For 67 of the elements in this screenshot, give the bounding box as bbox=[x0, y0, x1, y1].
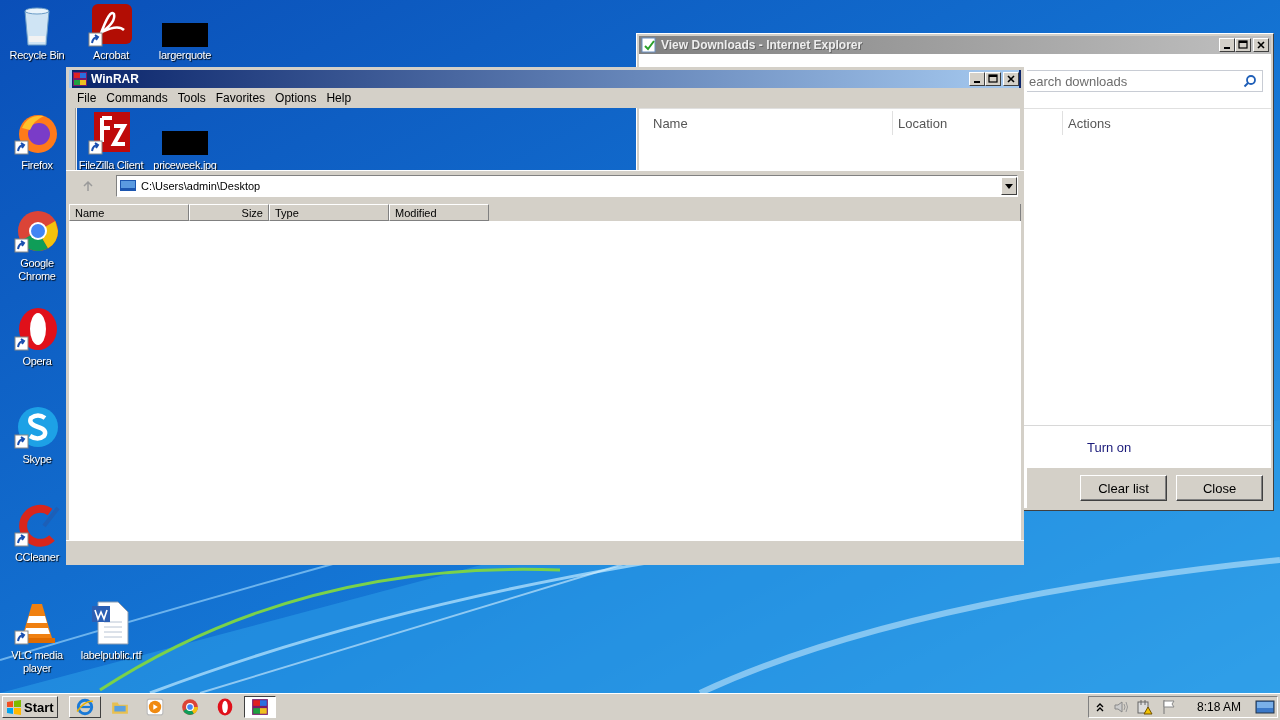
archive-icon bbox=[72, 71, 88, 87]
taskbar-button[interactable] bbox=[243, 696, 276, 718]
column-header[interactable]: Actions bbox=[1062, 111, 1111, 135]
show-desktop-icon[interactable] bbox=[1255, 699, 1275, 715]
desktop-icon-label[interactable]: Firefox bbox=[21, 159, 53, 172]
window-title: WinRAR bbox=[91, 72, 140, 86]
dialog-button[interactable]: Close bbox=[1176, 475, 1263, 501]
desktop-icon-label[interactable]: largerquote bbox=[158, 49, 212, 62]
menu-item[interactable]: Tools bbox=[172, 91, 211, 105]
minimize-button[interactable] bbox=[969, 72, 985, 86]
menu-item[interactable]: File bbox=[72, 91, 102, 105]
turn-on-link[interactable]: Turn on bbox=[1087, 439, 1132, 455]
browser-icon bbox=[75, 698, 94, 716]
dialog-button[interactable]: Clear list bbox=[1080, 475, 1167, 501]
window-title: View Downloads - Internet Explorer bbox=[661, 38, 864, 52]
desktop-icon-label[interactable]: Skype bbox=[22, 453, 52, 466]
maximize-icon bbox=[1238, 40, 1248, 50]
close-button[interactable] bbox=[1253, 38, 1269, 52]
windows-flag-icon bbox=[6, 699, 22, 715]
desktop-icon-label[interactable]: Google Chrome bbox=[6, 257, 68, 283]
caret-down-icon bbox=[1005, 183, 1013, 189]
search-field[interactable]: earch downloads bbox=[1027, 70, 1263, 92]
chevron-up-icon[interactable] bbox=[1094, 702, 1105, 712]
close-icon bbox=[1006, 74, 1016, 84]
minimize-button[interactable] bbox=[1219, 38, 1235, 52]
play-icon bbox=[145, 698, 164, 716]
archive-icon bbox=[250, 698, 269, 716]
column-header[interactable]: Type bbox=[269, 204, 389, 221]
desktop-icon-label[interactable]: priceweek.jpg bbox=[153, 159, 217, 172]
desktop-icon-label[interactable]: Recycle Bin bbox=[9, 49, 65, 62]
desktop-icon-label[interactable]: Opera bbox=[22, 355, 52, 368]
menu-item[interactable]: Options bbox=[270, 91, 322, 105]
browser-icon[interactable] bbox=[14, 208, 60, 254]
menu-item[interactable]: Commands bbox=[101, 91, 173, 105]
browser-icon bbox=[180, 698, 199, 716]
close-icon bbox=[1256, 40, 1266, 50]
up-arrow-icon bbox=[82, 180, 94, 192]
tray-clock[interactable]: 8:18 AM bbox=[1196, 700, 1241, 714]
minimize-icon bbox=[974, 81, 980, 83]
minimize-icon bbox=[1224, 47, 1230, 49]
start-button[interactable]: Start bbox=[2, 696, 58, 718]
ring-icon bbox=[215, 698, 234, 716]
swirl-tile-icon[interactable] bbox=[88, 2, 134, 48]
path-combo[interactable]: C:\Users\admin\Desktop bbox=[116, 175, 1018, 197]
column-header[interactable]: Modified bbox=[389, 204, 489, 221]
flag-icon[interactable] bbox=[1160, 699, 1177, 715]
ring-icon[interactable] bbox=[14, 306, 60, 352]
desktop-icon-label[interactable]: VLC media player bbox=[6, 649, 68, 675]
cleaner-icon[interactable] bbox=[14, 502, 60, 548]
desktop-icon-label[interactable]: CCleaner bbox=[14, 551, 60, 564]
column-header[interactable]: Name bbox=[639, 111, 892, 135]
desktop-icon-label[interactable]: labelpublic.rtf bbox=[80, 649, 142, 662]
desktop-icon-label[interactable]: Acrobat bbox=[93, 49, 129, 62]
desktop-icon-label[interactable]: FileZilla Client bbox=[78, 159, 144, 172]
maximize-button[interactable] bbox=[985, 72, 1001, 86]
dropdown-button[interactable] bbox=[1001, 177, 1017, 195]
column-header[interactable]: Name bbox=[69, 204, 189, 221]
search-icon[interactable] bbox=[1243, 74, 1257, 88]
maximize-button[interactable] bbox=[1235, 38, 1251, 52]
close-button[interactable] bbox=[1003, 72, 1019, 86]
chat-icon[interactable] bbox=[14, 404, 60, 450]
menu-item[interactable]: Help bbox=[321, 91, 357, 105]
monitor-icon bbox=[120, 180, 136, 192]
column-header[interactable]: Size bbox=[189, 204, 269, 221]
menu-item[interactable]: Favorites bbox=[210, 91, 271, 105]
network-warning-icon[interactable] bbox=[1136, 699, 1153, 715]
maximize-icon bbox=[988, 74, 998, 84]
